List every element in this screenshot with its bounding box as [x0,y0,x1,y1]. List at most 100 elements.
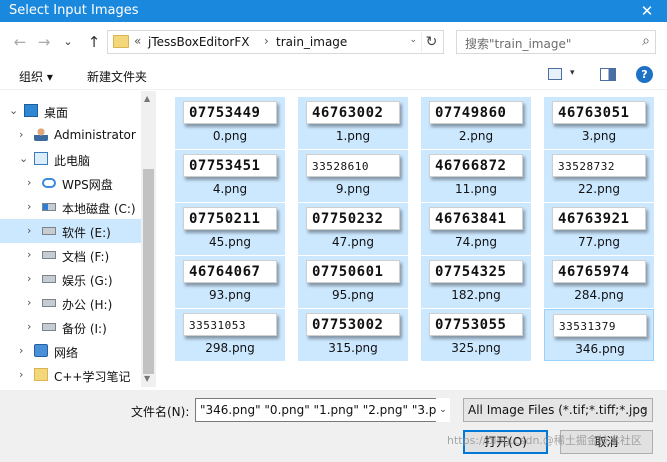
sidebar-item-wps-cloud[interactable]: › WPS网盘 [0,171,141,195]
recent-locations-icon[interactable]: ⌄ [58,32,78,52]
sidebar-item-label: 软件 (E:) [62,226,111,240]
breadcrumb-overflow[interactable]: « [134,34,141,48]
forward-arrow-icon[interactable]: → [34,32,54,52]
file-tile[interactable]: 07753002 315.png [298,309,408,361]
file-tile[interactable]: 07749860 2.png [421,97,531,149]
thumbnail-digits: 46763921 [558,211,630,227]
file-tile[interactable]: 33531379 346.png [544,309,654,361]
sidebar-item-network[interactable]: › 网络 [0,339,141,363]
window-title: Select Input Images [9,3,139,18]
sidebar-item-drive-i[interactable]: › 备份 (I:) [0,315,141,339]
thumbnail-digits: 33528610 [312,160,369,173]
file-type-value: All Image Files (*.tif;*.tiff;*.jpg [468,403,648,417]
select-input-images-dialog: Select Input Images ✕ ← → ⌄ ↑ « jTessBox… [0,0,667,462]
drive-icon [42,275,56,283]
scroll-down-icon[interactable]: ▼ [144,374,150,383]
filename-value: "346.png" "0.png" "1.png" "2.png" "3.png… [200,403,450,417]
breadcrumb-separator[interactable]: › [264,34,269,48]
file-tile[interactable]: 33528732 22.png [544,150,654,202]
file-tile[interactable]: 46765974 284.png [544,256,654,308]
sidebar-item-drive-g[interactable]: › 娱乐 (G:) [0,267,141,291]
sidebar-item-desktop[interactable]: ⌄ 桌面 [0,99,141,123]
chevron-right-icon[interactable]: › [27,272,31,285]
filename-label: 文件名(N): [131,405,190,419]
sidebar-item-drive-e[interactable]: › 软件 (E:) [0,219,141,243]
image-thumbnail: 46763002 [306,101,400,124]
view-options-icon[interactable] [548,68,562,80]
scroll-up-icon[interactable]: ▲ [144,94,150,103]
file-tile[interactable]: 33531053 298.png [175,309,285,361]
thumbnail-digits: 33531379 [559,320,616,333]
thumbnail-digits: 07750601 [312,264,384,280]
image-thumbnail: 07750232 [306,207,400,230]
file-name: 315.png [328,341,378,355]
close-icon[interactable]: ✕ [627,0,667,22]
breadcrumb-train-image[interactable]: train_image [276,35,347,49]
organize-button[interactable]: 组织 ▾ [19,68,53,85]
navigation-scrollbar[interactable]: ▲ ▼ [141,91,156,387]
file-tile[interactable]: 07750601 95.png [298,256,408,308]
sidebar-item-label: C++学习笔记 [54,370,131,384]
file-tile[interactable]: 07753451 4.png [175,150,285,202]
chevron-right-icon[interactable]: › [19,344,23,357]
file-tile[interactable]: 46764067 93.png [175,256,285,308]
file-name: 45.png [209,235,251,249]
file-tile[interactable]: 07754325 182.png [421,256,531,308]
view-options-dropdown-icon[interactable]: ▾ [570,68,575,78]
chevron-down-icon[interactable]: ⌄ [19,152,28,165]
address-dropdown-icon[interactable]: ⌄ [409,35,417,45]
breadcrumb-jtessboxeditorfx[interactable]: jTessBoxEditorFX [148,35,249,49]
sidebar-item-drive-c[interactable]: › 本地磁盘 (C:) [0,195,141,219]
address-row: ← → ⌄ ↑ « jTessBoxEditorFX › train_image… [0,22,667,60]
file-tile[interactable]: 07750232 47.png [298,203,408,255]
image-thumbnail: 07754325 [429,260,523,283]
sidebar-item-this-pc[interactable]: ⌄ 此电脑 [0,147,141,171]
help-icon[interactable]: ? [636,66,653,83]
chevron-right-icon[interactable]: › [27,320,31,333]
sidebar-item-label: 本地磁盘 (C:) [62,202,136,216]
file-tile[interactable]: 46766872 11.png [421,150,531,202]
file-tile[interactable]: 46763841 74.png [421,203,531,255]
file-type-select[interactable]: All Image Files (*.tif;*.tiff;*.jpg ⌄ [463,398,653,422]
thumbnail-digits: 46763051 [558,105,630,121]
drive-icon [42,323,56,331]
sidebar-item-drive-h[interactable]: › 办公 (H:) [0,291,141,315]
address-bar[interactable]: « jTessBoxEditorFX › train_image ⌄ ↻ [107,30,444,54]
file-tile[interactable]: 46763002 1.png [298,97,408,149]
refresh-icon[interactable]: ↻ [421,32,441,52]
sidebar-item-cpp-notes[interactable]: › C++学习笔记 [0,363,141,387]
chevron-right-icon[interactable]: › [19,128,23,141]
back-arrow-icon[interactable]: ← [10,32,30,52]
thumbnail-digits: 46764067 [189,264,261,280]
search-input[interactable]: 搜索"train_image" ⌕ [456,30,656,54]
preview-pane-icon[interactable] [600,68,616,81]
sidebar-item-drive-f[interactable]: › 文档 (F:) [0,243,141,267]
file-tile[interactable]: 07753055 325.png [421,309,531,361]
chevron-down-icon[interactable]: ⌄ [9,104,18,117]
thumbnail-digits: 07750211 [189,211,261,227]
scrollbar-thumb[interactable] [143,169,154,374]
image-thumbnail: 46764067 [183,260,277,283]
image-thumbnail: 07753002 [306,313,400,336]
chevron-right-icon[interactable]: › [27,200,31,213]
filename-input[interactable]: "346.png" "0.png" "1.png" "2.png" "3.png… [195,398,450,422]
file-tile[interactable]: 46763051 3.png [544,97,654,149]
file-tile[interactable]: 46763921 77.png [544,203,654,255]
file-tile[interactable]: 33528610 9.png [298,150,408,202]
chevron-right-icon[interactable]: › [27,296,31,309]
chevron-right-icon[interactable]: › [27,224,31,237]
pc-icon [34,152,48,165]
chevron-right-icon[interactable]: › [27,176,31,189]
network-icon [34,344,48,357]
file-name: 47.png [332,235,374,249]
file-name: 95.png [332,288,374,302]
chevron-right-icon[interactable]: › [19,368,23,381]
file-tile[interactable]: 07753449 0.png [175,97,285,149]
new-folder-button[interactable]: 新建文件夹 [87,68,147,85]
watermark: https://blog.csdn.@稀土掘金技术社区 [447,434,642,447]
file-tile[interactable]: 07750211 45.png [175,203,285,255]
chevron-right-icon[interactable]: › [27,248,31,261]
filename-dropdown-icon[interactable]: ⌄ [436,398,450,422]
sidebar-item-administrator[interactable]: › Administrator [0,123,141,147]
up-arrow-icon[interactable]: ↑ [84,32,104,52]
